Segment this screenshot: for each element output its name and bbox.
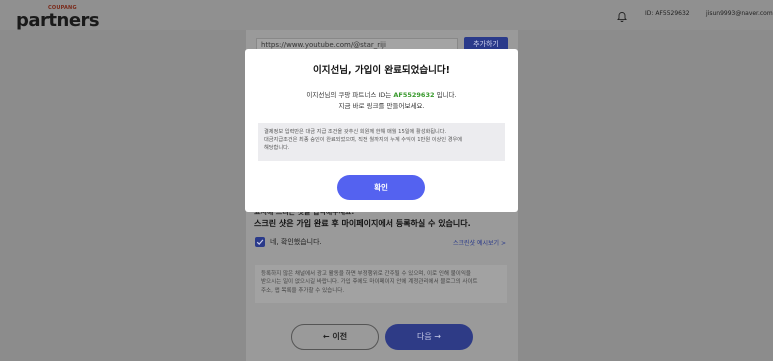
bell-icon[interactable] [616,8,628,23]
screenshot-example-link[interactable]: 스크린샷 예시보기 > [453,238,506,247]
confirm-button[interactable]: 확인 [337,175,425,200]
notice-line: 주소, 앱 목록을 추가할 수 있습니다. [261,287,345,294]
signup-complete-modal: 이지선님, 가입이 완료되었습니다! 이지선님의 쿠팡 파트너스 ID는 AF5… [245,49,518,212]
checkbox-label: 네, 확인했습니다. [270,238,322,246]
notice-line: 등록하지 않은 채널에서 광고 활동을 하면 부정행위로 간주될 수 있으며, … [261,271,471,277]
logo-text: partners [16,10,100,31]
create-link-message: 지금 바로 링크를 만들어보세요. [338,102,425,110]
screenshot-notice-text: 스크린 샷은 가입 완료 후 마이페이지에서 등록하실 수 있습니다. [254,219,471,228]
confirm-checkbox[interactable] [255,237,265,247]
info-line: 해당합니다. [264,145,290,152]
partner-id-prefix: 이지선님의 쿠팡 파트너스 ID는 [306,91,394,99]
channel-notice-box: 등록하지 않은 채널에서 광고 활동을 하면 부정행위로 간주될 수 있으며, … [255,265,507,303]
partner-id-suffix: 입니다. [434,91,457,99]
payment-info-box: 결제정보 입력만은 대금 지급 조건을 갖추신 회원께 한해 매월 15일에 활… [258,123,505,161]
partial-instruction-text: 표시해 드리는 것을 입력해주세요. [254,212,355,216]
user-id-text: ID: AF5529632 [645,10,690,17]
modal-title: 이지선님, 가입이 완료되었습니다! [313,65,450,76]
partner-id-message: 이지선님의 쿠팡 파트너스 ID는 AF5529632 입니다. [245,89,518,99]
notice-line: 받으시는 일이 없으시길 바랍니다. 가입 후에도 마이페이지 안에 계정관리에… [261,279,478,286]
info-line: 결제정보 입력만은 대금 지급 조건을 갖추신 회원께 한해 매월 15일에 활… [264,129,447,135]
next-button[interactable]: 다음 → [385,324,473,350]
top-header: COUPANG partners ID: AF5529632 jisun9993… [0,0,773,31]
partner-id-value: AF5529632 [393,91,435,99]
check-icon [256,239,264,245]
info-line: 대금지급조건은 최종 승인이 완료되었으며, 직전 월까지의 누계 수익이 1만… [264,137,463,144]
prev-button[interactable]: ← 이전 [291,324,379,350]
user-email-text[interactable]: jisun9993@naver.com [706,10,773,17]
